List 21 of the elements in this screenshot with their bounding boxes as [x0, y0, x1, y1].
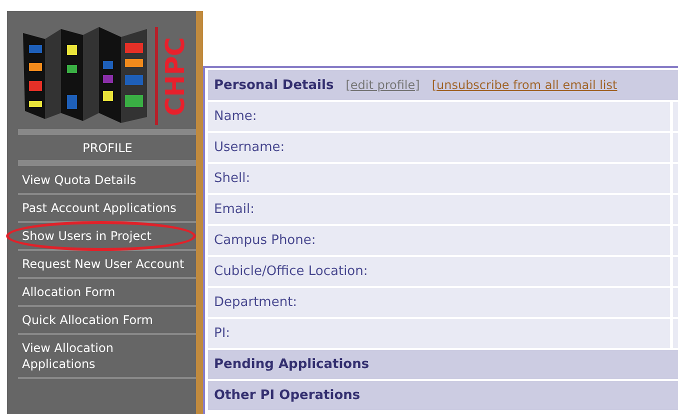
sidebar-link[interactable]: Past Account Applications [18, 195, 196, 221]
header-link[interactable]: [unsubscribe from all email list [432, 78, 618, 92]
field-label: Cubicle/Office Location: [208, 257, 670, 286]
field-label: Username: [208, 133, 670, 162]
logo-text: CHPC [163, 36, 189, 116]
field-label: Department: [208, 288, 670, 317]
sidebar-link[interactable]: Quick Allocation Form [18, 307, 196, 333]
section-title: Personal Details [214, 78, 334, 92]
field-label: Campus Phone: [208, 226, 670, 255]
field-label: Email: [208, 195, 670, 224]
field-label: PI: [208, 319, 670, 348]
sidebar-heading: PROFILE [82, 140, 132, 157]
sidebar-link[interactable]: View Allocation Applications [18, 335, 196, 377]
section-header: Pending Applications [208, 350, 678, 379]
sidebar-link[interactable]: Request New User Account [18, 251, 196, 277]
sidebar-link[interactable]: Allocation Form [18, 279, 196, 305]
sidebar-link[interactable]: View Quota Details [18, 167, 196, 193]
field-label: Shell: [208, 164, 670, 193]
section-header: Other PI Operations [208, 381, 678, 410]
sidebar-link[interactable]: Show Users in Project [18, 223, 196, 249]
field-label: Name: [208, 102, 670, 131]
